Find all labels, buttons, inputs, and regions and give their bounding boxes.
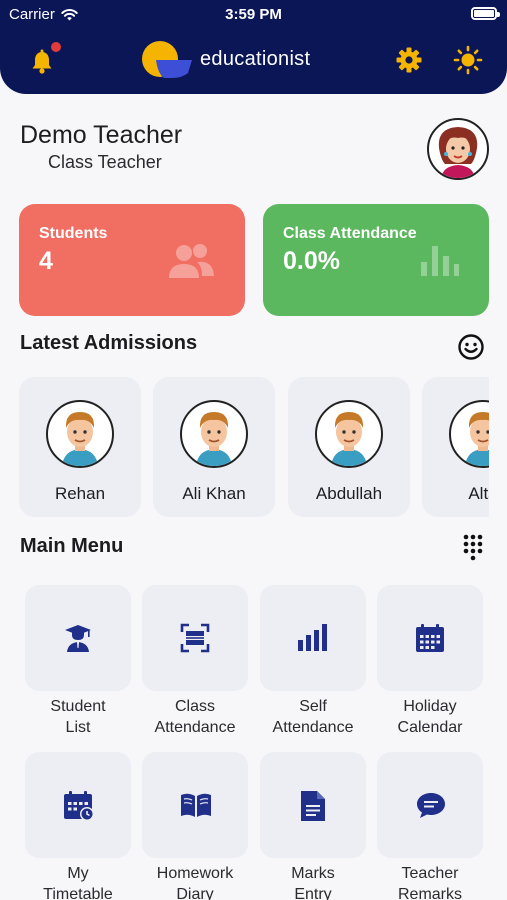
menu-tile-holiday-calendar[interactable] [377, 585, 483, 691]
menu-label-class-attendance: Class Attendance [154, 698, 236, 736]
student-avatar [449, 400, 489, 468]
latest-admissions-title: Latest Admissions [20, 332, 198, 354]
menu-label-homework-diary: Homework Diary [156, 865, 234, 900]
student-avatar [46, 400, 114, 468]
student-avatar [315, 400, 383, 468]
grid-dots-icon[interactable] [461, 533, 489, 561]
smiley-icon[interactable] [457, 333, 485, 361]
student-avatar [180, 400, 248, 468]
menu-label-self-attendance: Self Attendance [272, 698, 354, 736]
status-bar: Carrier 3:59 PM [0, 4, 507, 26]
app-name: educationist [200, 47, 311, 70]
theme-sun-icon[interactable] [453, 45, 483, 75]
app-logo: educationist [138, 40, 310, 78]
logo-icon [142, 41, 192, 78]
bar-chart-icon [421, 246, 459, 276]
app-header: Carrier 3:59 PM educationist [0, 0, 507, 94]
battery-icon [471, 7, 500, 20]
teacher-name: Demo Teacher [20, 121, 183, 149]
female-avatar-icon [438, 127, 478, 178]
notification-badge [51, 42, 61, 52]
menu-label-student-list: Student List [50, 698, 106, 736]
settings-gear-icon[interactable] [395, 46, 423, 74]
menu-label-teacher-remarks: Teacher Remarks [397, 865, 462, 900]
menu-tile-my-timetable[interactable] [25, 752, 131, 858]
students-card-title: Students [39, 225, 108, 242]
menu-label-marks-entry: Marks Entry [291, 865, 335, 900]
menu-tile-teacher-remarks[interactable] [377, 752, 483, 858]
menu-label-my-timetable: My Timetable [43, 865, 113, 900]
menu-tile-class-attendance[interactable] [142, 585, 248, 691]
book-icon [181, 793, 211, 817]
male-avatar-icon [331, 412, 367, 466]
student-name: Abdullah [315, 484, 383, 503]
calendar-icon [416, 624, 444, 652]
users-icon [169, 244, 214, 278]
notification-bell-icon[interactable] [28, 48, 56, 76]
graduate-icon [65, 625, 91, 652]
main-menu-title: Main Menu [20, 535, 124, 557]
admission-card[interactable]: Alta [422, 377, 489, 517]
male-avatar-icon [465, 412, 489, 466]
status-time: 3:59 PM [225, 6, 282, 23]
admission-card[interactable]: Abdullah [288, 377, 410, 517]
male-avatar-icon [196, 412, 232, 466]
menu-tile-student-list[interactable] [25, 585, 131, 691]
admissions-carousel[interactable]: Rehan Ali Khan Abdullah Alt [19, 377, 489, 517]
bar-chart-icon [298, 624, 327, 651]
attendance-percentage: 0.0% [283, 247, 340, 275]
student-name: Ali Khan [182, 484, 246, 503]
student-name: Rehan [54, 484, 106, 503]
menu-label-holiday-calendar: Holiday Calendar [397, 698, 463, 736]
timetable-icon [64, 791, 94, 821]
admission-card[interactable]: Ali Khan [153, 377, 275, 517]
menu-tile-marks-entry[interactable] [260, 752, 366, 858]
chat-icon [417, 793, 445, 818]
app-bar: educationist [0, 36, 507, 84]
menu-tile-homework-diary[interactable] [142, 752, 248, 858]
admission-card[interactable]: Rehan [19, 377, 141, 517]
students-count: 4 [39, 247, 53, 275]
students-card[interactable]: Students 4 [19, 204, 245, 316]
attendance-card[interactable]: Class Attendance 0.0% [263, 204, 489, 316]
male-avatar-icon [62, 412, 98, 466]
student-name: Alta [468, 484, 489, 503]
document-icon [301, 791, 325, 821]
menu-tile-self-attendance[interactable] [260, 585, 366, 691]
teacher-avatar[interactable] [427, 118, 489, 180]
teacher-role: Class Teacher [48, 152, 162, 172]
attendance-card-title: Class Attendance [283, 225, 417, 242]
scan-icon [180, 623, 210, 653]
